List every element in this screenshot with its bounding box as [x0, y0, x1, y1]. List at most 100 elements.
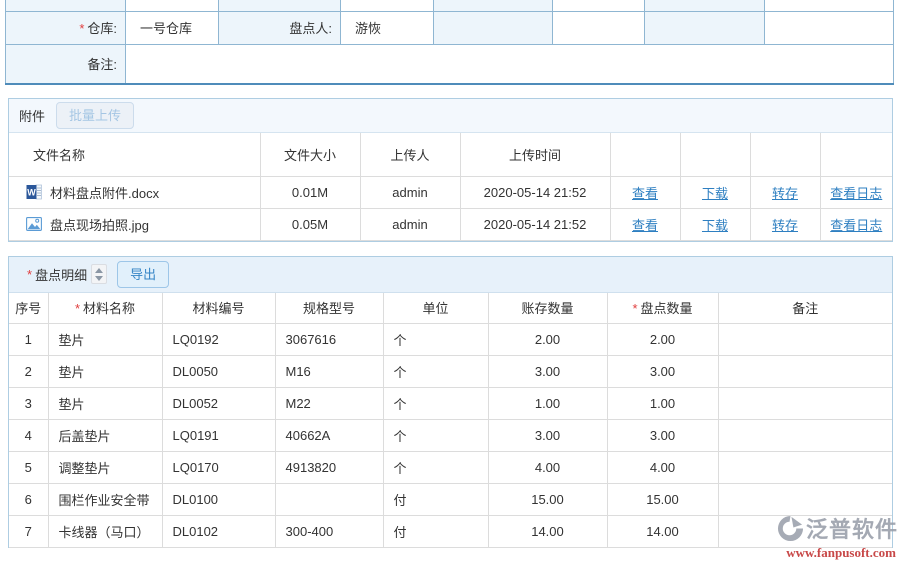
- count-qty: 1.00: [606, 387, 719, 420]
- row-no: 7: [9, 515, 49, 548]
- detail-title: 盘点明细: [35, 267, 88, 283]
- unit: 个: [382, 323, 489, 356]
- remark: [717, 451, 892, 484]
- table-row: 2 垫片 DL0050 M16 个 3.00 3.00: [9, 355, 892, 388]
- form-label-cell: [644, 0, 765, 12]
- attachments-table: 文件名称 文件大小 上传人 上传时间 W 材料盘点附件.docx 0.01M a…: [9, 133, 892, 241]
- transfer-link[interactable]: 转存: [772, 186, 798, 201]
- remark: [717, 323, 892, 356]
- sort-spinner-icon[interactable]: [91, 264, 108, 284]
- material-code: LQ0192: [161, 323, 276, 356]
- warehouse-label: * 仓库:: [5, 10, 126, 45]
- book-qty: 1.00: [487, 387, 608, 420]
- row-no: 3: [9, 387, 49, 420]
- required-asterisk: *: [74, 301, 81, 317]
- col-uploader: 上传人: [359, 133, 461, 177]
- col-no: 序号: [9, 292, 49, 324]
- col-action: [819, 133, 892, 177]
- material-name: 垫片: [47, 323, 163, 356]
- detail-header-row: 序号 * 材料名称 材料编号 规格型号 单位 账存数量 * 盘点数量 备注: [9, 292, 892, 324]
- row-no: 1: [9, 323, 49, 356]
- attachments-panel: 附件 批量上传 文件名称 文件大小 上传人 上传时间 W 材料盘点附件.docx…: [8, 98, 893, 242]
- transfer-link[interactable]: 转存: [772, 218, 798, 233]
- spec-model: M22: [274, 387, 384, 420]
- col-action: [679, 133, 751, 177]
- material-name: 后盖垫片: [47, 419, 163, 452]
- view-link[interactable]: 查看: [632, 218, 658, 233]
- col-spec-model: 规格型号: [274, 292, 384, 324]
- material-name: 调整垫片: [47, 451, 163, 484]
- upload-time: 2020-05-14 21:52: [459, 207, 611, 241]
- warehouse-value: 一号仓库: [125, 10, 219, 45]
- uploader: admin: [359, 175, 461, 209]
- book-qty: 3.00: [487, 419, 608, 452]
- download-link[interactable]: 下载: [702, 186, 728, 201]
- export-button[interactable]: 导出: [117, 260, 170, 288]
- counter-label: 盘点人:: [218, 10, 341, 45]
- upload-time: 2020-05-14 21:52: [459, 175, 611, 209]
- form-value-cell: [340, 0, 434, 12]
- remark-value: [125, 43, 894, 85]
- form-label-cell: [5, 0, 126, 12]
- file-size: 0.01M: [259, 175, 361, 209]
- file-name-cell: W 材料盘点附件.docx: [9, 183, 259, 202]
- count-qty: 4.00: [606, 451, 719, 484]
- col-book-qty: 账存数量: [487, 292, 608, 324]
- attachments-header-row: 文件名称 文件大小 上传人 上传时间: [9, 133, 892, 177]
- col-file-name: 文件名称: [9, 133, 261, 177]
- required-asterisk: *: [79, 21, 85, 36]
- spec-model: 4913820: [274, 451, 384, 484]
- form-row-warehouse: * 仓库: 一号仓库 盘点人: 游恢: [5, 10, 894, 45]
- form-label-cell: [218, 0, 341, 12]
- table-row: 7 卡线器（马口） DL0102 300-400 付 14.00 14.00: [9, 515, 892, 548]
- material-code: DL0052: [161, 387, 276, 420]
- material-code: DL0102: [161, 515, 276, 548]
- unit: 个: [382, 387, 489, 420]
- attachment-row: 盘点现场拍照.jpg 0.05M admin 2020-05-14 21:52 …: [9, 207, 892, 241]
- form-row-clipped: [5, 0, 894, 12]
- row-no: 4: [9, 419, 49, 452]
- col-action: [609, 133, 681, 177]
- material-name: 垫片: [47, 355, 163, 388]
- col-material-name: * 材料名称: [47, 292, 163, 324]
- download-link[interactable]: 下载: [702, 218, 728, 233]
- view-log-link[interactable]: 查看日志: [830, 218, 882, 233]
- counter-value: 游恢: [340, 10, 434, 45]
- form-label-cell: [644, 10, 765, 45]
- required-asterisk: *: [632, 301, 638, 317]
- file-name: 盘点现场拍照.jpg: [50, 217, 149, 233]
- count-qty: 15.00: [606, 483, 719, 516]
- col-unit: 单位: [382, 292, 489, 324]
- word-file-icon: W: [26, 184, 42, 200]
- uploader: admin: [359, 207, 461, 241]
- remark-label: 备注:: [5, 43, 126, 85]
- count-qty: 3.00: [606, 419, 719, 452]
- row-no: 2: [9, 355, 49, 388]
- book-qty: 14.00: [487, 515, 608, 548]
- view-log-link[interactable]: 查看日志: [830, 186, 882, 201]
- down-arrow-icon: [95, 275, 104, 281]
- material-name: 卡线器（马口）: [47, 515, 163, 548]
- batch-upload-button[interactable]: 批量上传: [56, 102, 135, 129]
- spec-model: [274, 483, 384, 516]
- form-value-cell: [552, 10, 645, 45]
- col-remark: 备注: [717, 292, 892, 324]
- unit: 付: [382, 483, 489, 516]
- form-row-remark: 备注:: [5, 43, 894, 85]
- material-code: DL0050: [161, 355, 276, 388]
- book-qty: 4.00: [487, 451, 608, 484]
- col-count-qty: * 盘点数量: [606, 292, 719, 324]
- material-code: LQ0191: [161, 419, 276, 452]
- attachment-row: W 材料盘点附件.docx 0.01M admin 2020-05-14 21:…: [9, 175, 892, 209]
- material-code: LQ0170: [161, 451, 276, 484]
- table-row: 4 后盖垫片 LQ0191 40662A 个 3.00 3.00: [9, 419, 892, 452]
- remark: [717, 515, 892, 548]
- file-size: 0.05M: [259, 207, 361, 241]
- material-name: 垫片: [47, 387, 163, 420]
- remark: [717, 387, 892, 420]
- col-upload-time: 上传时间: [459, 133, 611, 177]
- svg-text:W: W: [27, 188, 36, 198]
- image-file-icon: [26, 217, 42, 231]
- file-name: 材料盘点附件.docx: [50, 185, 160, 201]
- view-link[interactable]: 查看: [632, 186, 658, 201]
